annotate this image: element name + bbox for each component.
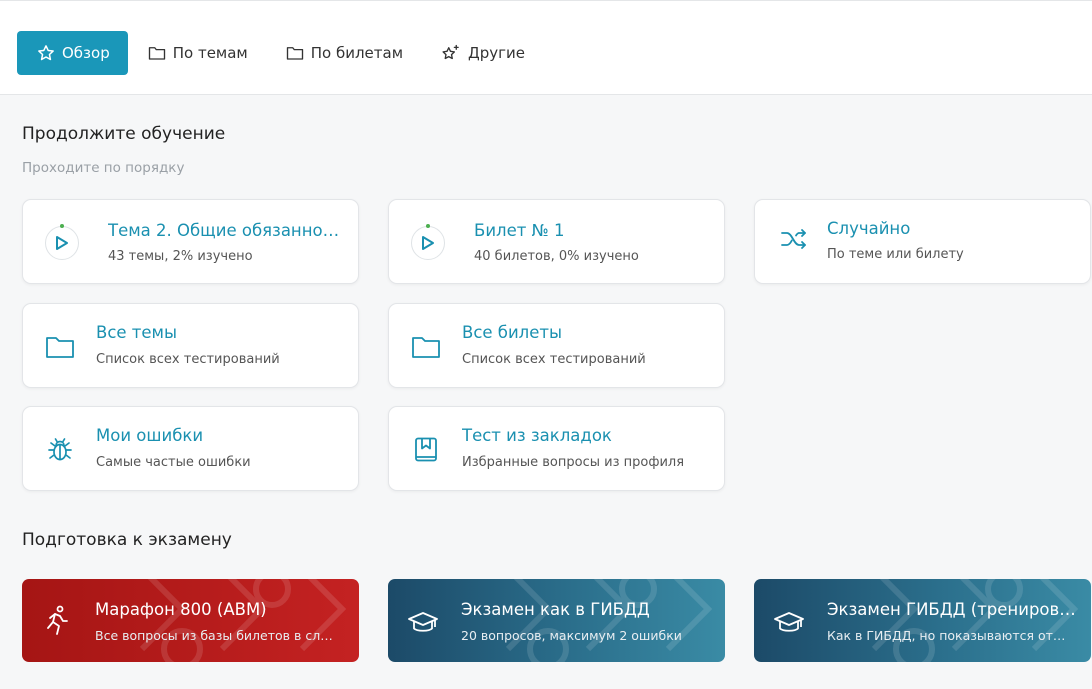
- card-marathon[interactable]: Марафон 800 (ABM) Все вопросы из базы би…: [22, 579, 359, 662]
- tab-other[interactable]: Другие: [441, 31, 525, 75]
- exam-section-title: Подготовка к экзамену: [22, 530, 232, 550]
- card-my-mistakes[interactable]: Мои ошибки Самые частые ошибки: [22, 406, 359, 491]
- runner-icon-wrap: [40, 603, 74, 637]
- tab-overview[interactable]: Обзор: [17, 31, 128, 75]
- card-title: Тема 2. Общие обязанности водителей: [108, 221, 348, 240]
- card-subtitle: 20 вопросов, максимум 2 ошибки: [461, 628, 682, 643]
- play-icon: [56, 236, 68, 250]
- graduation-cap-icon: [774, 612, 804, 632]
- continue-section-subtitle: Проходите по порядку: [22, 160, 185, 176]
- folder-icon: [148, 47, 165, 60]
- card-exam-gibdd-training[interactable]: Экзамен ГИБДД (тренировка) Как в ГИБДД, …: [754, 579, 1091, 662]
- card-title: Мои ошибки: [96, 426, 204, 445]
- bookmark-icon: [415, 437, 437, 462]
- card-all-topics[interactable]: Все темы Список всех тестирований: [22, 303, 359, 388]
- card-bookmark-test[interactable]: Тест из закладок Избранные вопросы из пр…: [388, 406, 725, 491]
- card-subtitle: Самые частые ошибки: [96, 455, 251, 470]
- card-title: Все темы: [96, 323, 178, 342]
- card-continue-ticket[interactable]: Билет № 1 40 билетов, 0% изучено: [388, 199, 725, 284]
- tabs: Обзор По темам По билетам Другие: [17, 31, 563, 75]
- tab-label: По темам: [172, 44, 248, 62]
- sparkle-star-icon: [442, 44, 459, 60]
- card-title: Билет № 1: [474, 221, 565, 240]
- folder-icon: [286, 47, 303, 60]
- tab-by-topics[interactable]: По темам: [148, 31, 248, 75]
- progress-ring: [409, 224, 447, 262]
- continue-section-title: Продолжите обучение: [22, 124, 226, 144]
- top-tab-bar: Обзор По темам По билетам Другие: [0, 0, 1092, 95]
- folder-icon-wrap: [41, 328, 79, 366]
- shuffle-icon-wrap: [775, 220, 813, 258]
- card-subtitle: Как в ГИБДД, но показываются ответы: [827, 628, 1072, 643]
- star-icon: [38, 45, 54, 61]
- card-continue-topic[interactable]: Тема 2. Общие обязанности водителей 43 т…: [22, 199, 359, 284]
- card-subtitle: Список всех тестирований: [462, 352, 646, 367]
- card-title: Тест из закладок: [462, 426, 612, 445]
- tab-label: По билетам: [310, 44, 404, 62]
- card-subtitle: 43 темы, 2% изучено: [108, 249, 253, 264]
- card-title: Экзамен ГИБДД (тренировка): [827, 600, 1077, 619]
- runner-icon: [47, 605, 68, 635]
- card-subtitle: Избранные вопросы из профиля: [462, 455, 685, 470]
- card-title: Случайно: [827, 219, 911, 238]
- bug-icon: [48, 438, 72, 461]
- tab-label: Обзор: [62, 44, 110, 62]
- folder-icon: [46, 337, 74, 358]
- graduation-cap-icon-wrap: [772, 606, 806, 640]
- progress-ring: [43, 224, 81, 262]
- play-icon: [422, 236, 434, 250]
- card-all-tickets[interactable]: Все билеты Список всех тестирований: [388, 303, 725, 388]
- card-title: Марафон 800 (ABM): [95, 600, 267, 619]
- card-random[interactable]: Случайно По теме или билету: [754, 199, 1091, 284]
- card-title: Экзамен как в ГИБДД: [461, 600, 650, 619]
- bookmark-icon-wrap: [407, 431, 445, 469]
- folder-icon-wrap: [407, 328, 445, 366]
- card-subtitle: Список всех тестирований: [96, 352, 280, 367]
- shuffle-icon: [781, 229, 806, 249]
- graduation-cap-icon: [408, 612, 438, 632]
- tab-label: Другие: [468, 44, 526, 62]
- card-title: Все билеты: [462, 323, 563, 342]
- card-subtitle: По теме или билету: [827, 247, 964, 262]
- graduation-cap-icon-wrap: [406, 606, 440, 640]
- folder-icon: [412, 337, 440, 358]
- card-subtitle: Все вопросы из базы билетов в случайном …: [95, 628, 340, 643]
- card-subtitle: 40 билетов, 0% изучено: [474, 249, 639, 264]
- tab-by-tickets[interactable]: По билетам: [286, 31, 403, 75]
- card-exam-gibdd[interactable]: Экзамен как в ГИБДД 20 вопросов, максиму…: [388, 579, 725, 662]
- bug-icon-wrap: [41, 431, 79, 469]
